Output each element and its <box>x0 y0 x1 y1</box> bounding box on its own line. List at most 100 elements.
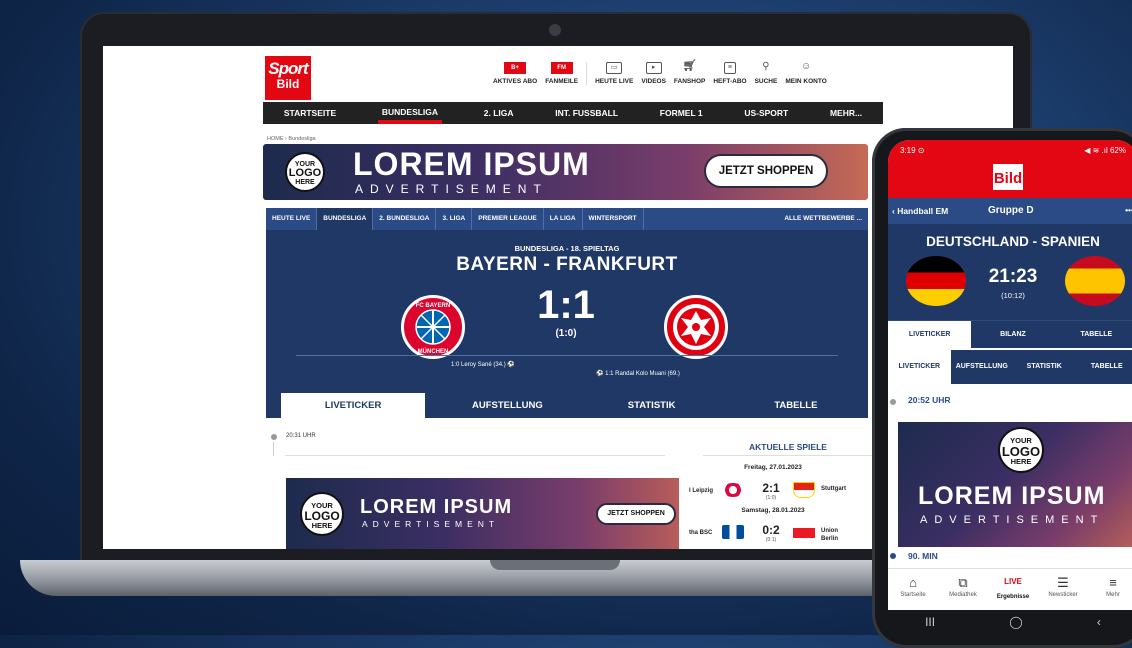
ad-logo: YOUR LOGO HERE <box>300 492 344 536</box>
ad-title: LOREM IPSUM <box>918 482 1105 511</box>
timeline-dot <box>890 399 896 405</box>
main-nav-mehr[interactable]: MEHR... <box>830 108 862 118</box>
match-divider <box>296 355 838 356</box>
game-away-team: UnionBerlin <box>821 527 838 543</box>
bayern-crest-icon[interactable]: FC BAYERN MÜNCHEN <box>401 295 465 359</box>
nav-ergebnisse[interactable]: LIVEErgebnisse <box>988 569 1038 610</box>
phone-top-bar: ‹ Handball EM Gruppe D ••• <box>888 198 1132 224</box>
nav-mediathek[interactable]: ⧉Mediathek <box>938 569 988 610</box>
tab-bundesliga[interactable]: BUNDESLIGA <box>317 208 373 230</box>
tab-3-liga[interactable]: 3. LIGA <box>436 208 472 230</box>
tab-liveticker[interactable]: LIVETICKER <box>281 393 425 418</box>
tab-2-bundesliga[interactable]: 2. BUNDESLIGA <box>373 208 436 230</box>
tab-statistik[interactable]: STATISTIK <box>580 393 724 418</box>
phone-halftime: (10:12) <box>973 291 1053 300</box>
game-home-team: l Leipzig <box>689 488 713 494</box>
game-row[interactable]: tha BSC 0:2 (0:1) UnionBerlin <box>685 522 875 544</box>
main-nav-startseite[interactable]: STARTSEITE <box>284 108 336 118</box>
top-nav-heute-live[interactable]: ▭HEUTE LIVE <box>586 62 633 85</box>
laptop-trackpad-notch <box>490 560 620 570</box>
svg-text:FC BAYERN: FC BAYERN <box>416 303 450 309</box>
sportbild-logo[interactable]: Sport Bild <box>265 56 311 100</box>
account-icon: ☺ <box>798 62 814 74</box>
ad-banner-top[interactable]: YOUR LOGO HERE LOREM IPSUM ADVERTISEMENT… <box>263 144 868 200</box>
top-nav-suche[interactable]: ⚲SUCHE <box>755 62 778 85</box>
top-nav-videos[interactable]: ▸VIDEOS <box>641 62 666 85</box>
ad-shop-button[interactable]: JETZT SHOPPEN <box>596 503 676 525</box>
tab-alle-wettbewerbe[interactable]: ALLE WETTBEWERBE ... <box>778 208 868 230</box>
breadcrumb[interactable]: HOME › Bundesliga <box>267 136 316 142</box>
tab-statistik[interactable]: STATISTIK <box>1013 350 1076 384</box>
status-time: 3:19 ⊙ <box>900 146 925 155</box>
spain-flag-icon <box>1065 256 1125 306</box>
top-nav-label: AKTIVES ABO <box>493 78 537 85</box>
tab-aufstellung[interactable]: AUFSTELLUNG <box>951 350 1014 384</box>
tab-la-liga[interactable]: LA LIGA <box>544 208 583 230</box>
ad-logo: YOUR LOGO HERE <box>285 152 325 192</box>
home-button-icon[interactable]: ◯ <box>1009 610 1022 635</box>
phone-minute: 90. MIN <box>908 551 938 561</box>
ad-subtitle: ADVERTISEMENT <box>362 519 499 529</box>
ad-logo-line2: LOGO <box>1000 445 1042 458</box>
phone-tabs-secondary: LIVETICKER AUFSTELLUNG STATISTIK TABELLE <box>888 350 1132 384</box>
match-halftime: (1:0) <box>516 328 616 339</box>
top-nav: B+AKTIVES ABO FMFANMEILE ▭HEUTE LIVE ▸VI… <box>493 62 827 85</box>
nav-mehr[interactable]: ≡Mehr <box>1088 569 1132 610</box>
bild-logo[interactable]: Bild <box>991 162 1025 192</box>
top-nav-heft-abo[interactable]: ≡HEFT-ABO <box>713 62 746 85</box>
top-nav-label: HEUTE LIVE <box>595 78 633 85</box>
phone-match-title: DEUTSCHLAND - SPANIEN <box>888 234 1132 249</box>
phone-bottom-nav: ⌂Startseite ⧉Mediathek LIVEErgebnisse ☰N… <box>888 568 1132 610</box>
top-nav-fanmeile[interactable]: FMFANMEILE <box>545 62 578 85</box>
tab-premier-league[interactable]: PREMIER LEAGUE <box>472 208 544 230</box>
aktuelle-spiele-day1: Freitag, 27.01.2023 <box>683 464 863 471</box>
status-icons: ◀ ≋ .ıl 62% <box>1084 146 1126 155</box>
tab-wintersport[interactable]: WINTERSPORT <box>583 208 644 230</box>
top-nav-mein-konto[interactable]: ☺MEIN KONTO <box>785 62 826 85</box>
timeline-dot <box>890 553 896 559</box>
bayern-crest-graphic: FC BAYERN MÜNCHEN <box>404 298 462 356</box>
more-icon[interactable]: ••• <box>1125 205 1132 215</box>
nav-startseite[interactable]: ⌂Startseite <box>888 569 938 610</box>
tab-liveticker[interactable]: LIVETICKER <box>888 321 971 348</box>
ad-shop-button[interactable]: JETZT SHOPPEN <box>704 154 828 188</box>
nav-label: Mehr <box>1106 592 1120 598</box>
main-nav-bundesliga[interactable]: BUNDESLIGA <box>378 102 442 124</box>
back-button[interactable]: ‹ Handball EM <box>892 206 948 216</box>
recent-apps-icon[interactable]: III <box>925 610 935 635</box>
ad-title: LOREM IPSUM <box>360 496 512 519</box>
top-nav-aktives-abo[interactable]: B+AKTIVES ABO <box>493 62 537 85</box>
tab-tabelle[interactable]: TABELLE <box>1055 321 1132 348</box>
website: Sport Bild B+AKTIVES ABO FMFANMEILE ▭HEU… <box>263 46 883 549</box>
main-nav-formel-1[interactable]: FORMEL 1 <box>660 108 703 118</box>
tab-bilanz[interactable]: BILANZ <box>971 321 1054 348</box>
main-nav-us-sport[interactable]: US-SPORT <box>744 108 788 118</box>
ad-logo-line3: HERE <box>287 179 323 186</box>
ad-logo: YOUR LOGO HERE <box>998 427 1044 473</box>
nav-newsticker[interactable]: ☰Newsticker <box>1038 569 1088 610</box>
tab-aufstellung[interactable]: AUFSTELLUNG <box>435 393 579 418</box>
ad-logo-line3: HERE <box>1000 458 1042 466</box>
match-center: HEUTE LIVE BUNDESLIGA 2. BUNDESLIGA 3. L… <box>266 208 868 418</box>
main-nav-2-liga[interactable]: 2. LIGA <box>484 108 514 118</box>
phone-system-nav: III ◯ ‹ <box>888 610 1132 635</box>
eintracht-crest-icon[interactable] <box>664 295 728 359</box>
away-line1: Union <box>821 528 838 534</box>
tab-liveticker[interactable]: LIVETICKER <box>888 350 951 384</box>
back-icon[interactable]: ‹ <box>1097 610 1101 635</box>
ad-logo-line2: LOGO <box>287 168 323 179</box>
main-nav-int-fussball[interactable]: INT. FUSSBALL <box>555 108 618 118</box>
ad-banner-inline[interactable]: YOUR LOGO HERE LOREM IPSUM ADVERTISEMENT… <box>286 478 679 549</box>
phone-ad[interactable]: YOUR LOGO HERE LOREM IPSUM ADVERTISEMENT <box>898 422 1132 547</box>
eintracht-crest-graphic <box>667 298 725 356</box>
phone-match-header: DEUTSCHLAND - SPANIEN 21:23 (10:12) <box>888 224 1132 320</box>
media-icon: ⧉ <box>938 575 988 592</box>
game-row[interactable]: l Leipzig 2:1 (1:0) Stuttgart <box>685 480 875 502</box>
laptop-camera <box>549 24 561 36</box>
tab-tabelle[interactable]: TABELLE <box>1076 350 1132 384</box>
top-nav-fanshop[interactable]: 🛒︎FANSHOP <box>674 62 705 85</box>
game-away-team: Stuttgart <box>821 485 846 493</box>
news-icon: ☰ <box>1038 575 1088 592</box>
tab-tabelle[interactable]: TABELLE <box>724 393 868 418</box>
tab-heute-live[interactable]: HEUTE LIVE <box>266 208 317 230</box>
